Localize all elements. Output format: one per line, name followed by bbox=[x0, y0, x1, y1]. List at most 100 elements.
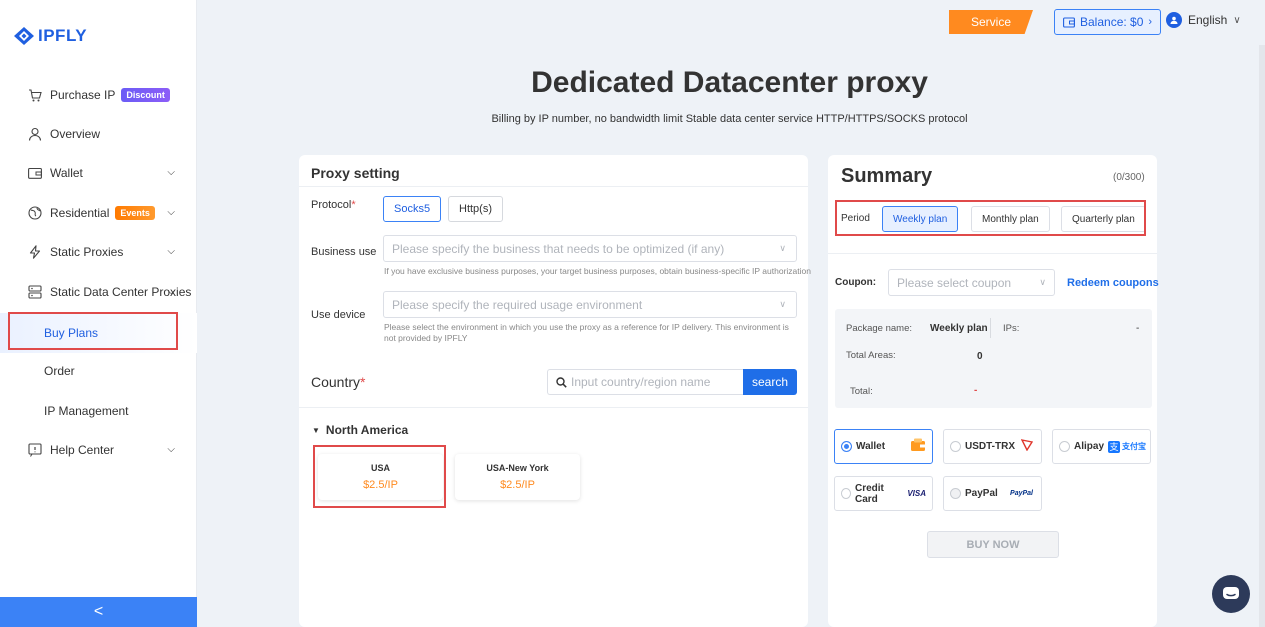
chevron-down-icon: ∨ bbox=[779, 243, 786, 253]
sidebar-item-label: Static Proxies bbox=[50, 245, 124, 259]
ips-label: IPs: bbox=[1003, 323, 1020, 334]
protocol-label: Protocol* bbox=[311, 199, 356, 211]
sidebar-item-static-data-center-proxies[interactable]: Static Data Center Proxies ⌵ bbox=[0, 272, 197, 312]
use-device-select[interactable]: Please specify the required usage enviro… bbox=[383, 291, 797, 318]
protocol-https-button[interactable]: Http(s) bbox=[448, 196, 503, 222]
country-card-usa-new-york[interactable]: USA-New York $2.5/IP bbox=[455, 454, 580, 500]
chevron-down-icon: ⌵ bbox=[167, 167, 175, 178]
monthly-plan-button[interactable]: Monthly plan bbox=[971, 206, 1050, 232]
region-north-america[interactable]: ▼ North America bbox=[312, 423, 408, 437]
avatar[interactable] bbox=[1166, 12, 1182, 28]
coupon-placeholder: Please select coupon bbox=[897, 275, 1012, 290]
service-button[interactable]: Service bbox=[949, 10, 1033, 34]
divider bbox=[828, 253, 1157, 254]
balance-button[interactable]: Balance: $0 › bbox=[1054, 9, 1162, 35]
sidebar-item-residential[interactable]: Residential Events ⌵ bbox=[0, 193, 197, 233]
payment-label: PayPal bbox=[965, 488, 998, 499]
logo-text: IPFLY bbox=[38, 26, 88, 45]
events-badge: Events bbox=[115, 206, 155, 220]
payment-alipay[interactable]: Alipay 支 支付宝 bbox=[1052, 429, 1151, 464]
payment-wallet[interactable]: Wallet bbox=[834, 429, 933, 464]
sidebar-item-purchase-ip[interactable]: Purchase IP Discount bbox=[0, 75, 197, 115]
chevron-down-icon: ⌵ bbox=[167, 444, 175, 455]
sidebar-item-help-center[interactable]: Help Center ⌵ bbox=[0, 430, 197, 470]
buy-now-button[interactable]: BUY NOW bbox=[927, 531, 1059, 558]
country-card-usa[interactable]: USA $2.5/IP bbox=[318, 454, 443, 500]
coupon-label: Coupon: bbox=[835, 277, 877, 288]
search-button[interactable]: search bbox=[743, 369, 797, 395]
payment-usdt-trx[interactable]: USDT-TRX bbox=[943, 429, 1042, 464]
business-use-label: Business use bbox=[311, 246, 377, 258]
paypal-icon: PayPal bbox=[1010, 490, 1033, 497]
chevron-up-icon: ⌵ bbox=[167, 286, 175, 297]
total-areas-label: Total Areas: bbox=[846, 350, 896, 361]
country-name: USA-New York bbox=[486, 463, 549, 473]
user-icon bbox=[28, 127, 42, 141]
scrollbar[interactable] bbox=[1259, 45, 1265, 627]
proxy-setting-title: Proxy setting bbox=[311, 165, 400, 181]
payment-paypal[interactable]: PayPal PayPal bbox=[943, 476, 1042, 511]
search-icon bbox=[556, 376, 567, 388]
chevron-left-icon: < bbox=[93, 603, 104, 620]
language-selector[interactable]: English ∨ bbox=[1166, 12, 1241, 28]
help-icon bbox=[28, 443, 42, 457]
chat-icon bbox=[1223, 587, 1239, 599]
page-title: Dedicated Datacenter proxy bbox=[531, 66, 928, 99]
region-label: North America bbox=[325, 423, 409, 437]
use-device-label: Use device bbox=[311, 309, 366, 321]
payment-credit-card[interactable]: Credit Card VISA bbox=[834, 476, 933, 511]
wallet-icon bbox=[910, 438, 926, 455]
sidebar-item-overview[interactable]: Overview bbox=[0, 114, 197, 154]
sidebar-item-buy-plans[interactable]: Buy Plans bbox=[0, 313, 197, 353]
lightning-icon bbox=[28, 245, 42, 259]
weekly-plan-button[interactable]: Weekly plan bbox=[882, 206, 959, 232]
chevron-right-icon: › bbox=[1148, 16, 1153, 28]
use-device-placeholder: Please specify the required usage enviro… bbox=[392, 297, 643, 312]
country-price: $2.5/IP bbox=[363, 479, 398, 491]
server-icon bbox=[28, 285, 42, 299]
cart-icon bbox=[28, 88, 42, 102]
protocol-socks5-button[interactable]: Socks5 bbox=[383, 196, 442, 222]
wallet-icon bbox=[1063, 16, 1075, 28]
country-name: USA bbox=[370, 463, 390, 473]
page-subtitle: Billing by IP number, no bandwidth limit… bbox=[491, 113, 968, 125]
sidebar-item-ip-management[interactable]: IP Management bbox=[0, 391, 197, 431]
search-placeholder: Input country/region name bbox=[571, 375, 711, 389]
divider bbox=[299, 186, 808, 187]
total-label: Total: bbox=[850, 386, 873, 397]
sidebar-item-label: Residential bbox=[50, 206, 110, 220]
sidebar-item-static-proxies[interactable]: Static Proxies ⌵ bbox=[0, 232, 197, 272]
payment-label: USDT-TRX bbox=[965, 441, 1015, 452]
radio-icon bbox=[841, 488, 851, 499]
business-use-select[interactable]: Please specify the business that needs t… bbox=[383, 235, 797, 262]
country-search-input[interactable]: Input country/region name bbox=[547, 369, 745, 395]
quarterly-plan-button[interactable]: Quarterly plan bbox=[1061, 206, 1146, 232]
discount-badge: Discount bbox=[121, 88, 170, 102]
sidebar-item-wallet[interactable]: Wallet ⌵ bbox=[0, 153, 197, 193]
use-device-hint: Please select the environment in which y… bbox=[384, 322, 789, 343]
balance-label: Balance: $0 bbox=[1080, 15, 1144, 29]
redeem-coupons-link[interactable]: Redeem coupons bbox=[1067, 277, 1159, 289]
sidebar-item-order[interactable]: Order bbox=[0, 351, 197, 391]
globe-icon bbox=[28, 206, 42, 220]
divider bbox=[299, 407, 808, 408]
sidebar-item-label: IP Management bbox=[44, 404, 129, 418]
coupon-select[interactable]: Please select coupon ∨ bbox=[888, 269, 1055, 296]
package-name-label: Package name: bbox=[846, 323, 913, 334]
logo[interactable]: IPFLY bbox=[14, 26, 87, 46]
radio-icon bbox=[950, 488, 961, 499]
sidebar-collapse-button[interactable]: < bbox=[0, 597, 197, 627]
chat-button[interactable] bbox=[1212, 575, 1250, 613]
ips-value: - bbox=[1136, 323, 1140, 334]
radio-icon bbox=[1059, 441, 1070, 452]
payment-label: Alipay bbox=[1074, 441, 1105, 452]
total-areas-value: 0 bbox=[977, 351, 983, 362]
chevron-down-icon: ∨ bbox=[779, 299, 786, 309]
radio-icon bbox=[841, 441, 852, 452]
chevron-down-icon: ∨ bbox=[1233, 14, 1241, 26]
business-use-placeholder: Please specify the business that needs t… bbox=[392, 241, 725, 256]
sidebar-item-label: Help Center bbox=[50, 443, 115, 457]
business-use-hint: If you have exclusive business purposes,… bbox=[384, 266, 811, 276]
chevron-down-icon: ⌵ bbox=[167, 207, 175, 218]
sidebar-item-label: Overview bbox=[50, 127, 101, 141]
